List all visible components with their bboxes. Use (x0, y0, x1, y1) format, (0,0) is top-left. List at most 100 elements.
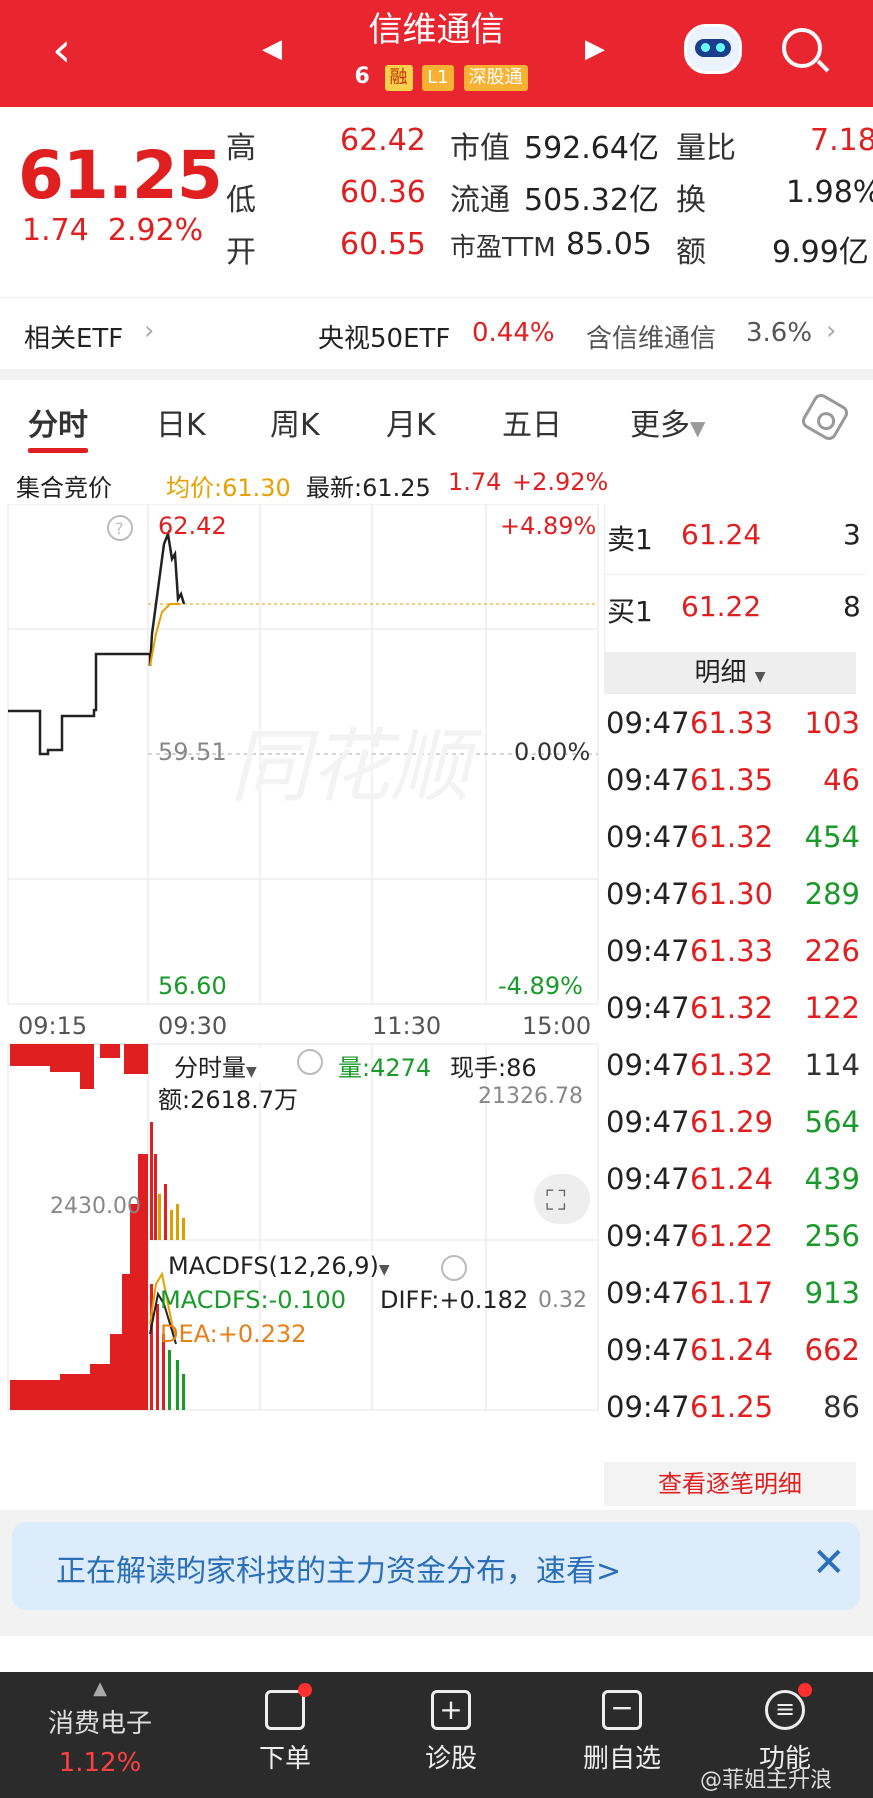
change-value: 1.74 (22, 213, 89, 248)
sector-pct: 1.12% (58, 1748, 142, 1778)
tick-price: 61.30 (690, 877, 774, 911)
tab-intraday[interactable]: 分时 (28, 400, 88, 444)
price-line (148, 529, 186, 667)
latest-pct: +2.92% (512, 468, 609, 496)
tick-time: 09:47 (606, 934, 690, 968)
tick-row: 09:47 61.25 86 (604, 1390, 860, 1440)
tick-row: 09:47 61.32 114 (604, 1048, 860, 1105)
info-banner[interactable]: 正在解读昀家科技的主力资金分布，速看> ✕ (12, 1522, 860, 1610)
expand-icon: ⛶ (546, 1184, 566, 1217)
tab-weekly-k[interactable]: 周K (270, 400, 320, 444)
pct-low-label: -4.89% (498, 972, 583, 1000)
macd-value: MACDFS:-0.100 (160, 1286, 347, 1314)
volume-now: 现手:86 (450, 1054, 537, 1082)
robot-assistant-icon[interactable] (684, 24, 742, 74)
nav-order[interactable]: 下单 (240, 1672, 330, 1798)
remove-icon: − (602, 1690, 642, 1730)
sector-name: 消费电子 (47, 1709, 152, 1739)
banner-text: 正在解读昀家科技的主力资金分布，速看> (56, 1554, 622, 1589)
etf-label: 相关ETF (24, 324, 124, 354)
sell-1-label: 卖1 (607, 523, 653, 556)
tick-qty: 289 (804, 877, 860, 911)
buy-1-label: 买1 (607, 595, 653, 628)
notification-dot (798, 1683, 812, 1697)
tick-row: 09:47 61.24 439 (604, 1162, 860, 1219)
pe-label: 市盈TTM (450, 233, 556, 263)
tick-list[interactable]: 09:47 61.33 103 09:47 61.35 46 09:47 61.32 454 09… (604, 696, 860, 1440)
premarket-price-line (8, 652, 152, 756)
tick-qty: 662 (804, 1333, 860, 1367)
mcap-label: 市值 (450, 131, 510, 166)
sell-1-price: 61.24 (681, 518, 762, 551)
tick-row: 09:47 61.32 122 (604, 991, 860, 1048)
related-etf-bar[interactable]: 相关ETF › 央视50ETF 0.44% 含信维通信 3.6% › (0, 297, 873, 369)
weibo-watermark: @菲姐主升浪 (700, 1768, 833, 1793)
buy-1-price: 61.22 (681, 590, 762, 623)
etf-pct: 0.44% (472, 318, 555, 348)
tick-time: 09:47 (606, 877, 690, 911)
tick-price: 61.32 (690, 991, 774, 1025)
order-book: 卖1 61.24 3 买1 61.22 8 (604, 504, 873, 652)
time-label: 15:00 (522, 1012, 591, 1040)
tick-time: 09:47 (606, 991, 690, 1025)
amount-label: 额 (676, 235, 706, 270)
turnover-label: 换 (676, 183, 706, 218)
detail-dropdown[interactable]: 明细 ▼ (604, 652, 856, 694)
tab-monthly-k[interactable]: 月K (386, 400, 436, 444)
tab-more[interactable]: 更多▼ (630, 400, 705, 444)
help-icon[interactable] (297, 1049, 323, 1075)
view-all-ticks-button[interactable]: 查看逐笔明细 (604, 1462, 856, 1506)
tick-price: 61.17 (690, 1276, 774, 1310)
tick-price: 61.25 (690, 1390, 774, 1424)
help-icon-glyph: ? (115, 519, 124, 538)
tab-daily-k[interactable]: 日K (156, 400, 206, 444)
tick-qty: 256 (804, 1219, 860, 1253)
tab-five-day[interactable]: 五日 (502, 400, 562, 444)
tag-margin: 融 (384, 65, 413, 91)
macd-title-dropdown[interactable]: MACDFS(12,26,9)▼ (164, 1252, 394, 1280)
tick-row: 09:47 61.29 564 (604, 1105, 860, 1162)
tag-level: L1 (422, 65, 454, 91)
volume-max-label: 21326.78 (478, 1084, 583, 1109)
volume-title-dropdown[interactable]: 分时量▼ (170, 1048, 261, 1083)
next-stock-icon[interactable]: ▶ (585, 34, 605, 64)
search-icon[interactable] (782, 28, 822, 68)
tick-time: 09:47 (606, 1276, 690, 1310)
nav-diagnose[interactable]: + 诊股 (406, 1672, 496, 1798)
mcap-value: 592.64亿 (524, 131, 659, 166)
nav-remove-watchlist[interactable]: − 删自选 (572, 1672, 672, 1798)
close-icon[interactable]: ✕ (812, 1540, 846, 1586)
tick-price: 61.33 (690, 706, 774, 740)
price-high-label: 62.42 (158, 512, 227, 540)
order-icon (265, 1683, 312, 1730)
buy-1-qty: 8 (843, 590, 861, 623)
tick-price: 61.32 (690, 820, 774, 854)
tick-time: 09:47 (606, 820, 690, 854)
high-label: 高 (226, 131, 256, 166)
help-icon[interactable] (441, 1255, 467, 1281)
low-value: 60.36 (340, 175, 426, 210)
prev-stock-icon[interactable]: ◀ (262, 34, 282, 64)
intraday-chart[interactable]: 同花顺 ? 62.42 +4.89% 59.51 0.00% 56.60 -4.… (0, 504, 600, 1510)
app-header: ‹ 信维通信 ◀ ▶ 6 融 L1 深股通 (0, 0, 873, 107)
stock-tags: 6 融 L1 深股通 (0, 64, 873, 91)
tick-qty: 913 (804, 1276, 860, 1310)
float-label: 流通 (450, 183, 510, 218)
time-label: 09:30 (158, 1012, 227, 1040)
pct-high-label: +4.89% (500, 512, 596, 540)
time-label: 11:30 (372, 1012, 441, 1040)
tick-price: 61.22 (690, 1219, 774, 1253)
auction-label: 集合竞价 (16, 474, 112, 502)
amount-value: 9.99亿 (772, 235, 869, 270)
tick-time: 09:47 (606, 1048, 690, 1082)
tick-price: 61.35 (690, 763, 774, 797)
time-label: 09:15 (18, 1012, 87, 1040)
tick-row: 09:47 61.33 226 (604, 934, 860, 991)
tick-time: 09:47 (606, 1105, 690, 1139)
tick-qty: 46 (823, 763, 860, 797)
settings-icon[interactable] (799, 391, 851, 443)
diagnose-icon: + (431, 1690, 471, 1730)
sector-indicator[interactable]: ▲ 消费电子 1.12% (30, 1672, 170, 1798)
tick-time: 09:47 (606, 706, 690, 740)
tag-connect: 深股通 (463, 65, 528, 91)
